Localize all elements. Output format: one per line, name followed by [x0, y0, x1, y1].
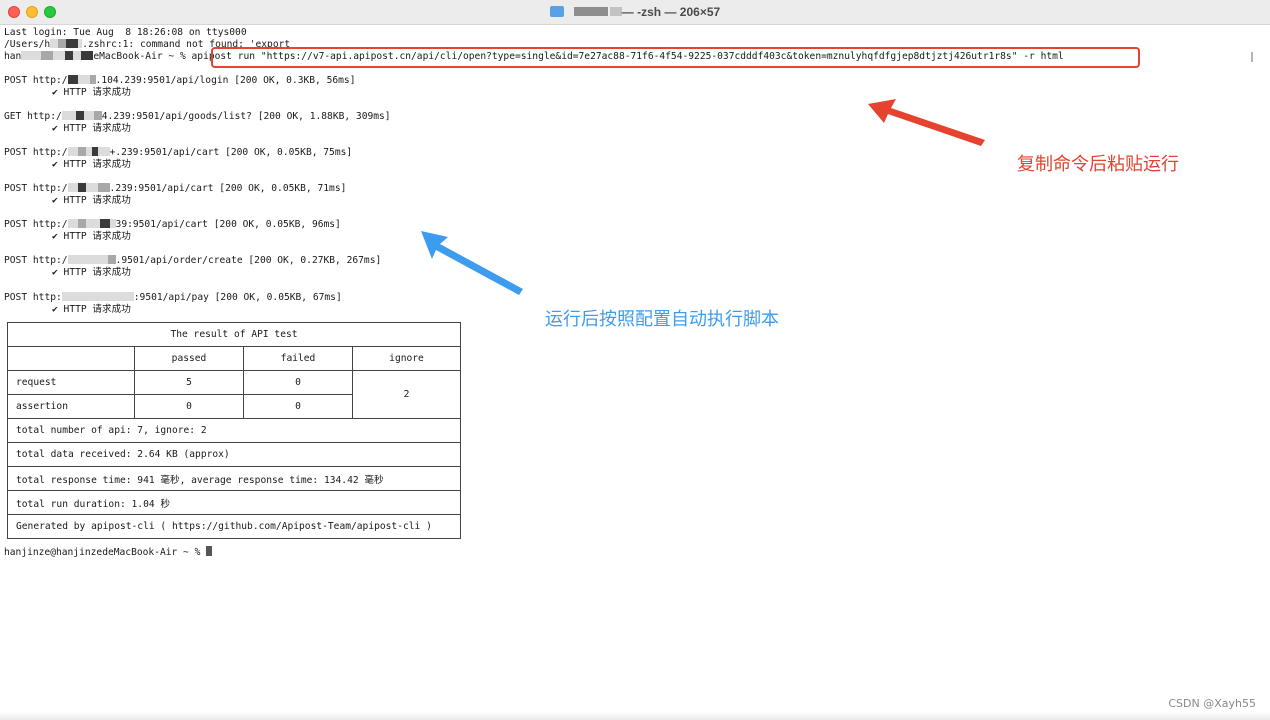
request-line: POST http:/.9501/api/order/create [200 O… — [4, 255, 382, 266]
table-title: The result of API test — [7, 322, 461, 347]
command-highlight-box — [211, 47, 1140, 68]
request-line: POST http:/39:9501/api/cart [200 OK, 0.0… — [4, 219, 341, 230]
check-line: ✔ HTTP 请求成功 — [52, 123, 131, 134]
request-line: POST http:/.239:9501/api/cart [200 OK, 0… — [4, 183, 347, 194]
check-line: ✔ HTTP 请求成功 — [52, 267, 131, 278]
annotation-copy-run: 复制命令后粘贴运行 — [1017, 154, 1179, 175]
summary-row: total number of api: 7, ignore: 2 — [7, 418, 461, 443]
title-bar[interactable]: — -zsh — 206×57 — [0, 0, 1270, 25]
table-header-cell — [7, 346, 135, 371]
summary-row: total data received: 2.64 KB (approx) — [7, 442, 461, 467]
check-line: ✔ HTTP 请求成功 — [52, 304, 131, 315]
final-prompt-line[interactable]: hanjinze@hanjinzedeMacBook-Air ~ % — [4, 546, 213, 559]
table-cell: 0 — [243, 370, 353, 395]
annotation-auto-exec: 运行后按照配置自动执行脚本 — [545, 309, 779, 330]
text-cursor — [206, 546, 213, 556]
last-login-line: Last login: Tue Aug 8 18:26:08 on ttys00… — [4, 27, 247, 38]
window-bottom-edge — [0, 712, 1270, 720]
request-line: POST http::9501/api/pay [200 OK, 0.05KB,… — [4, 292, 342, 303]
table-cell: 0 — [134, 394, 244, 419]
row-label: request — [7, 370, 135, 395]
summary-row: total response time: 941 毫秒, average res… — [7, 466, 461, 491]
request-line: POST http:/+.239:9501/api/cart [200 OK, … — [4, 147, 353, 158]
check-line: ✔ HTTP 请求成功 — [52, 87, 131, 98]
table-header-cell: ignore — [352, 346, 461, 371]
table-cell: 0 — [243, 394, 353, 419]
request-line: GET http:/4.239:9501/api/goods/list? [20… — [4, 111, 391, 122]
summary-row: total run duration: 1.04 秒 — [7, 490, 461, 515]
folder-icon — [549, 6, 564, 17]
check-line: ✔ HTTP 请求成功 — [52, 195, 131, 206]
table-cell: 2 — [352, 370, 461, 419]
table-header-cell: failed — [243, 346, 353, 371]
check-line: ✔ HTTP 请求成功 — [52, 231, 131, 242]
redacted-block — [609, 7, 622, 16]
table-cell: 5 — [134, 370, 244, 395]
watermark: CSDN @Xayh55 — [1168, 697, 1256, 710]
blue-arrow-icon — [421, 231, 523, 295]
request-line: POST http:/.104.239:9501/api/login [200 … — [4, 75, 356, 86]
summary-row: Generated by apipost-cli ( https://githu… — [7, 514, 461, 539]
result-table: The result of API test passed failed ign… — [7, 322, 461, 539]
scrollbar[interactable] — [1251, 52, 1253, 62]
terminal-window: — -zsh — 206×57 Last login: Tue Aug 8 18… — [0, 0, 1270, 720]
table-header-cell: passed — [134, 346, 244, 371]
window-title: — -zsh — 206×57 — [0, 5, 1270, 19]
red-arrow-icon — [868, 99, 985, 146]
redacted-block — [573, 7, 608, 16]
row-label: assertion — [7, 394, 135, 419]
check-line: ✔ HTTP 请求成功 — [52, 159, 131, 170]
